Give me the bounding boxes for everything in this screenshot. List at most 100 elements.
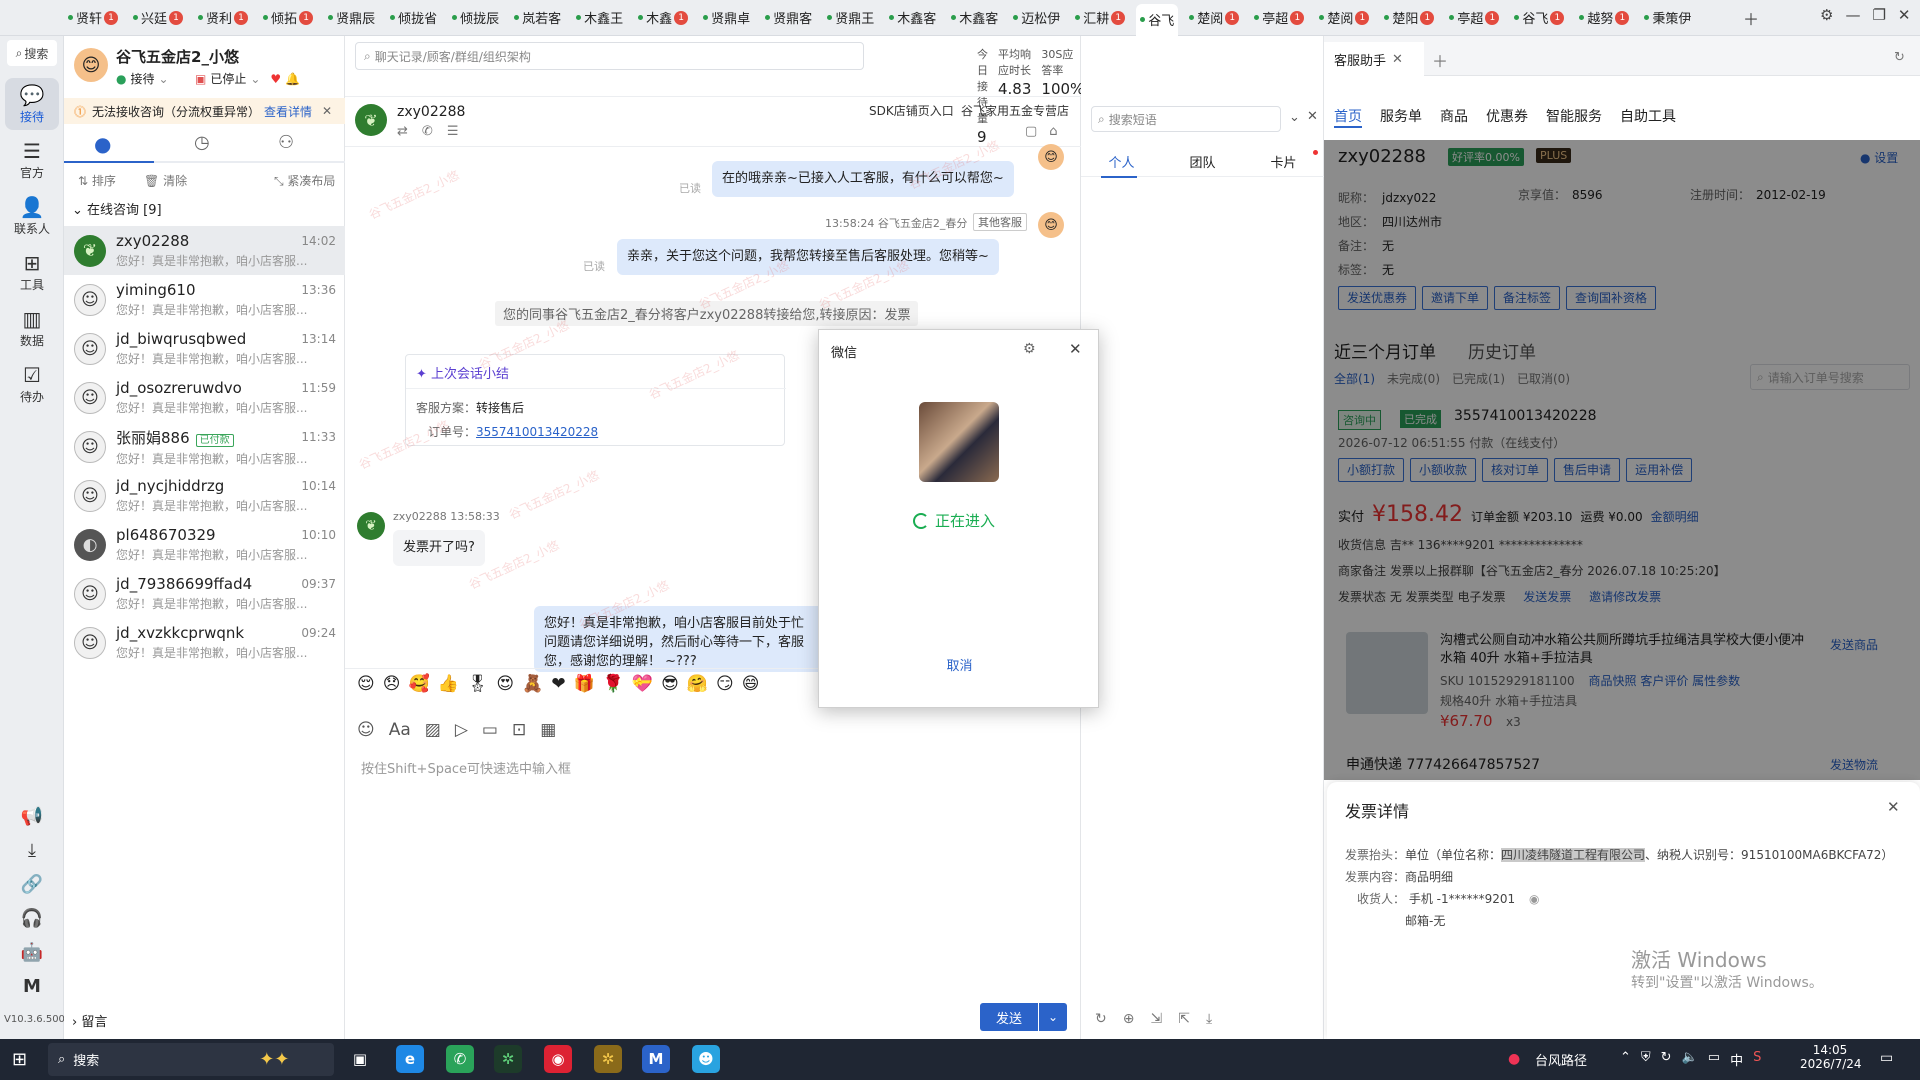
rail-search-button[interactable]: ⌕ 搜索 xyxy=(7,40,57,66)
store-tab[interactable]: 倾拓 1 xyxy=(259,5,317,31)
emoji-item[interactable]: 💝 xyxy=(632,674,653,694)
store-tab[interactable]: 贤轩 1 xyxy=(64,5,122,31)
session-item[interactable]: ☺ jd_biwqrusqbwed 13:14 您好！真是非常抱歉，咱小店客服... xyxy=(64,324,345,373)
session-item[interactable]: ☺ jd_79386699ffad4 09:37 您好！真是非常抱歉，咱小店客服... xyxy=(64,569,345,618)
store-tab[interactable]: 谷飞 1 xyxy=(1510,5,1568,31)
emoji-item[interactable]: 😏 xyxy=(716,674,734,694)
session-item[interactable]: ❦ zxy02288 14:02 您好！真是非常抱歉，咱小店客服... xyxy=(64,226,345,275)
store-tab[interactable]: 秉策伊 xyxy=(1640,5,1695,31)
sort-button[interactable]: ⇅ 排序 xyxy=(78,172,116,189)
session-item[interactable]: ☺ yiming610 13:36 您好！真是非常抱歉，咱小店客服... xyxy=(64,275,345,324)
phrase-tab[interactable]: 个人 xyxy=(1108,152,1134,171)
bookmark-icon[interactable]: ▢ xyxy=(1025,124,1037,139)
session-item[interactable]: ☺ 张丽娟886 已付款 11:33 您好！真是非常抱歉，咱小店客服... xyxy=(64,422,345,471)
store-tab[interactable]: 兴廷 1 xyxy=(129,5,187,31)
rail-item-5[interactable]: ☑ 待办 xyxy=(5,358,59,410)
emoji-icon[interactable]: ☺ xyxy=(357,720,375,740)
emoji-item[interactable]: 😌 xyxy=(357,674,375,694)
close-icon[interactable]: ✕ xyxy=(1069,340,1082,358)
store-tab[interactable]: 贤利 1 xyxy=(194,5,252,31)
folder-icon[interactable]: ▭ xyxy=(482,720,498,740)
rail-item-3[interactable]: ⊞ 工具 xyxy=(5,246,59,298)
rail-item-2[interactable]: 👤 联系人 xyxy=(5,190,59,242)
send-button[interactable]: 发送 xyxy=(980,1003,1038,1031)
gear-icon[interactable]: ⚙ xyxy=(1820,6,1833,24)
wechat-icon[interactable]: ✆ xyxy=(446,1045,474,1073)
emoji-item[interactable]: 😞 xyxy=(383,674,401,694)
emoji-item[interactable]: 🎁 xyxy=(574,674,595,694)
store-tab[interactable]: 谷飞 xyxy=(1136,3,1179,36)
store-tab[interactable]: 木鑫客 xyxy=(947,5,1002,31)
m-logo-icon[interactable]: M xyxy=(20,976,44,1000)
minimize-icon[interactable]: — xyxy=(1845,6,1860,24)
notification-icon[interactable]: ▭ xyxy=(1880,1050,1893,1066)
rail-item-1[interactable]: ☰ 官方 xyxy=(5,134,59,186)
close-icon[interactable]: ✕ xyxy=(1887,798,1900,816)
chevron-up-icon[interactable]: ⌃ xyxy=(1620,1050,1631,1069)
emoji-item[interactable]: 🥰 xyxy=(408,674,429,694)
shield-icon[interactable]: ⛨ xyxy=(1641,1050,1651,1069)
sync-icon[interactable]: ↻ xyxy=(1661,1050,1672,1069)
windows-start-icon[interactable]: ⊞ xyxy=(12,1049,27,1070)
store-tab[interactable]: 木鑫客 xyxy=(885,5,940,31)
rail-item-4[interactable]: ▥ 数据 xyxy=(5,302,59,354)
store-tab[interactable]: 木鑫 1 xyxy=(634,5,692,31)
status-reception[interactable]: ● 接待 ⌄ xyxy=(116,70,169,87)
robot-icon[interactable]: 🤖 xyxy=(20,942,44,966)
gear-icon[interactable]: ⚙ xyxy=(1023,341,1036,357)
shop-icon[interactable]: ⌂ xyxy=(1049,124,1057,139)
store-tab[interactable]: 亭超 1 xyxy=(1445,5,1503,31)
session-item[interactable]: ☺ jd_xvzkkcprwqnk 09:24 您好！真是非常抱歉，咱小店客服... xyxy=(64,618,345,667)
ime-label[interactable]: 中 xyxy=(1730,1050,1743,1069)
crop-icon[interactable]: ⊡ xyxy=(512,720,526,740)
compact-layout-button[interactable]: ⤡ 紧凑布局 xyxy=(274,172,335,189)
store-tab[interactable]: 楚阳 1 xyxy=(1380,5,1438,31)
close-icon[interactable]: ✕ xyxy=(1898,6,1911,24)
headset-icon[interactable]: 🎧 xyxy=(20,908,44,932)
app-green-icon[interactable]: ✲ xyxy=(494,1045,522,1073)
order-link[interactable]: 3557410013420228 xyxy=(476,425,598,439)
comment-icon[interactable]: ☰ xyxy=(447,124,459,139)
chat-bubble-icon[interactable]: ● xyxy=(94,132,111,156)
taskbar-search[interactable]: ⌕ 搜索 ✦✦ xyxy=(48,1043,334,1076)
group-icon[interactable]: ⚇ xyxy=(278,132,294,153)
store-tab[interactable]: 贤鼎王 xyxy=(823,5,878,31)
volume-icon[interactable]: 🔈 xyxy=(1682,1050,1698,1069)
store-tab[interactable]: 岚若客 xyxy=(510,5,565,31)
emoji-item[interactable]: ❤ xyxy=(551,674,565,694)
status-stopped[interactable]: ▣ 已停止 ⌄ ♥ 🔔 xyxy=(195,70,300,87)
emoji-item[interactable]: 🌹 xyxy=(603,674,624,694)
app-gold-icon[interactable]: ✲ xyxy=(594,1045,622,1073)
send-options-chevron-icon[interactable]: ⌄ xyxy=(1039,1003,1067,1031)
add-tab-icon[interactable]: ＋ xyxy=(1740,7,1762,29)
notice-detail-link[interactable]: 查看详情 xyxy=(264,103,312,120)
video-icon[interactable]: ▷ xyxy=(455,720,468,740)
store-tab[interactable]: 倾拢省 xyxy=(386,5,441,31)
app-m-icon[interactable]: M xyxy=(642,1045,670,1073)
app-red-icon[interactable]: ◉ xyxy=(544,1045,572,1073)
customer-avatar[interactable]: ❦ xyxy=(355,104,387,136)
cancel-button[interactable]: 取消 xyxy=(819,655,1100,674)
message-input[interactable]: 按住Shift+Space可快速选中输入框 xyxy=(361,758,571,777)
megaphone-icon[interactable]: 📢 xyxy=(20,806,44,830)
session-item[interactable]: ☺ jd_osozreruwdvo 11:59 您好！真是非常抱歉，咱小店客服... xyxy=(64,373,345,422)
emoji-item[interactable]: 😄 xyxy=(742,674,760,694)
store-tab[interactable]: 迈松伊 xyxy=(1009,5,1064,31)
table-icon[interactable]: ▦ xyxy=(540,720,556,740)
link-icon[interactable]: 🔗 xyxy=(20,874,44,898)
store-tab[interactable]: 贤鼎客 xyxy=(761,5,816,31)
collapse-icon[interactable]: ⌄ xyxy=(1289,110,1300,125)
share-icon[interactable]: ⇱ xyxy=(1178,1011,1190,1027)
restore-icon[interactable]: ❐ xyxy=(1872,6,1885,24)
import-icon[interactable]: ⇲ xyxy=(1150,1011,1162,1027)
download-icon[interactable]: ⤓ xyxy=(20,840,44,864)
store-tab[interactable]: 楚阅 1 xyxy=(1185,5,1243,31)
session-item[interactable]: ☺ jd_nycjhiddrzg 10:14 您好！真是非常抱歉，咱小店客服... xyxy=(64,471,345,520)
assist-nav-item[interactable]: 服务单 xyxy=(1380,106,1422,128)
edge-icon[interactable]: e xyxy=(396,1045,424,1073)
phrase-tab[interactable]: 团队 xyxy=(1189,152,1215,171)
clock-icon[interactable]: ◷ xyxy=(194,132,210,153)
font-icon[interactable]: Aa xyxy=(389,720,411,740)
profile-avatar[interactable]: 😊 xyxy=(74,48,108,82)
clear-button[interactable]: 🗑 清除 xyxy=(144,172,187,189)
